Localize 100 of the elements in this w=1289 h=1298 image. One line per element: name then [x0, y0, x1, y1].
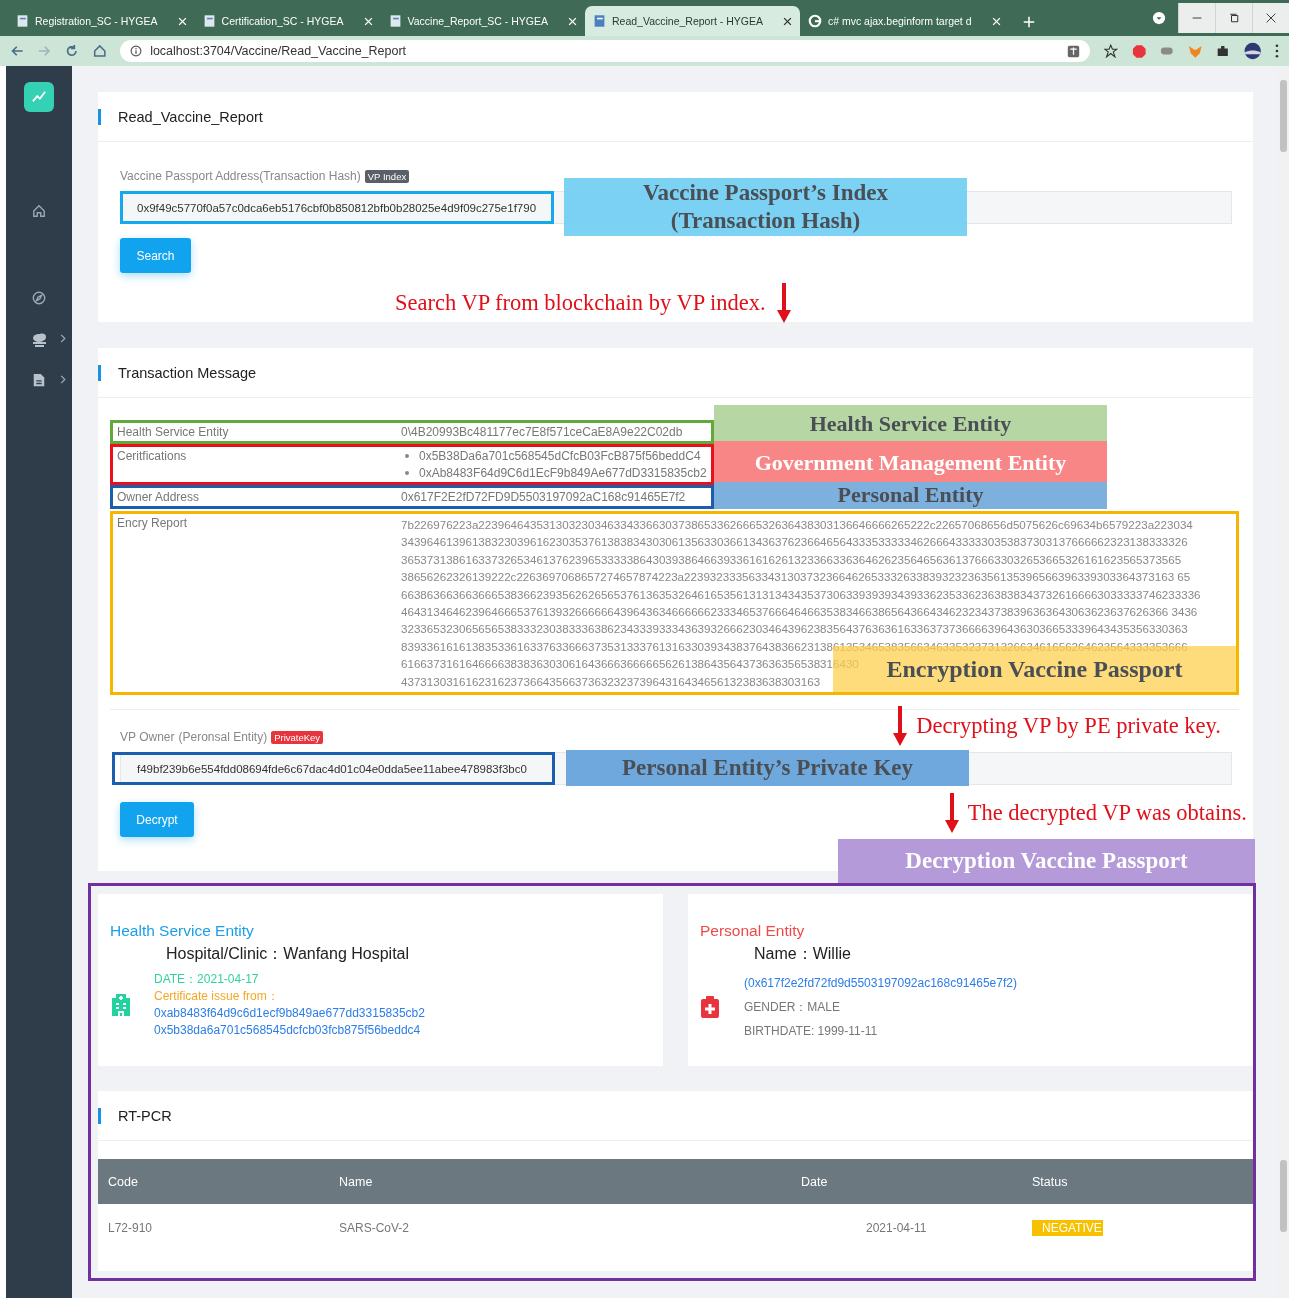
hex-line: 83933616161383533616337633666373531333761316330393438376438366231386135346538356634633532373132663461656264623564333353666	[401, 638, 1188, 655]
home-icon	[92, 44, 107, 58]
row-value: 0x617F2E2fD72FD9D5503197092aC168c91465E7f2	[401, 490, 686, 504]
close-icon	[991, 16, 1001, 26]
card-title: RT-PCR	[118, 1107, 172, 1124]
browser-tab[interactable]: c# mvc ajax.beginform target d	[799, 6, 1009, 36]
google-icon	[807, 14, 822, 28]
down-arrow-icon	[775, 283, 792, 323]
down-arrow-icon	[892, 706, 909, 747]
column-header: Name	[338, 1174, 374, 1189]
row-value: 0xAb8483F64d9C6d1EcF9b849Ae677dD3315835cb2	[419, 466, 707, 480]
annotation-label: Personal Entity’s Private Key	[566, 750, 969, 787]
home-icon	[32, 203, 46, 218]
menu-icon	[1275, 44, 1279, 58]
hex-line: 34396461396138323039616230353761383834303061356330366134363762366465643335333334626664333330353837303137666662323138333326	[401, 534, 1188, 551]
browser-tab[interactable]: Registration_SC - HYGEA	[8, 6, 195, 36]
issuer-address: 0x5b38da6a701c568545dcfcb03fcb875f56beddc4	[154, 1022, 422, 1039]
globe-icon	[1243, 42, 1262, 60]
bullet-icon	[405, 471, 409, 475]
hospital-name: Hospital/Clinic：Wanfang Hospital	[166, 944, 411, 964]
annotation-label: Health Service Entity	[714, 405, 1107, 444]
row-label: Ceritfications	[117, 449, 188, 465]
browser-tab[interactable]: Certification_SC - HYGEA	[194, 6, 381, 36]
hospital-icon	[110, 993, 132, 1017]
hex-line: 3653731386163373265346137623965333338643039386466393361616261323366336364626235646563613766633032653665326161623565373565	[401, 551, 1182, 568]
restore-icon	[1229, 13, 1239, 23]
table-cell-text: 2021-04-11	[865, 1220, 928, 1235]
forward-icon	[37, 44, 52, 58]
close-icon	[363, 16, 373, 26]
translate-icon	[1067, 44, 1081, 58]
person-name: Name：Willie	[754, 944, 852, 964]
maximize-button[interactable]	[1215, 3, 1252, 33]
annotation-note: The decrypted VP was obtains.	[967, 800, 1247, 827]
hex-line: 7b226976223a2239646435313032303463343366303738653362666532636438303136646666265222c22657068656d5075626c69634b6579223a223034	[401, 517, 1193, 533]
issuer-address: 0xab8483f64d9c6d1ecf9b849ae677dd3315835cb2	[154, 1005, 425, 1022]
back-icon	[10, 44, 24, 58]
row-value: 0\4B20993Bc481177ec7E8f571ceCaE8A9e22C02db	[401, 425, 683, 439]
annotation-label: Government Management Entity	[714, 441, 1107, 485]
close-icon	[1266, 13, 1276, 23]
birthdate-text: BIRTHDATE: 1999-11-11	[744, 1023, 879, 1040]
page-icon	[16, 14, 29, 28]
document-icon	[32, 371, 46, 388]
card-title: Transaction Message	[118, 364, 257, 381]
chevron-icon	[60, 375, 66, 384]
field-label: Vaccine Passport Address(Transaction Hash)	[120, 169, 361, 183]
tag: VP Index	[364, 169, 410, 183]
annotation-note: Decrypting VP by PE private key.	[916, 713, 1221, 740]
hex-line: 6638636636636665383662393562626565376136353264616535613131343435373063393939343933623533623638383437326166663033333746233336	[401, 586, 1201, 603]
gender-text: GENDER：MALE	[744, 999, 842, 1016]
bullet-icon	[405, 454, 409, 458]
compass-icon	[32, 290, 46, 305]
tag: PrivateKey	[271, 730, 324, 744]
table-cell-text: L72-910	[107, 1220, 154, 1235]
fox-icon	[1187, 43, 1203, 59]
field-label: VP Owner	[120, 730, 175, 745]
info-icon	[130, 45, 143, 57]
chevron-icon	[60, 334, 66, 343]
new-tab-icon	[1022, 16, 1035, 28]
page-icon	[202, 14, 216, 28]
row-value: 0x5B38Da6a701c568545dCfcB03FcB875f56beddC4	[419, 449, 701, 463]
puzzle-icon	[1216, 44, 1230, 58]
scrollbar[interactable]	[1278, 66, 1289, 1298]
row-label: Owner Address	[117, 490, 201, 504]
hex-line: 46431346462396466653761393266666643964363466666623334653766646466353834663865643664346232343738396363643063623637626366 3436	[401, 604, 1198, 621]
issue-date: DATE：2021-04-17	[154, 971, 260, 988]
down-arrow-icon	[943, 793, 960, 834]
url-field[interactable]: localhost:3704/Vaccine/Read_Vaccine_Report	[120, 40, 1091, 62]
card-heading: Health Service Entity	[110, 922, 255, 940]
close-icon	[177, 16, 187, 26]
card-title: Read_Vaccine_Report	[118, 108, 263, 125]
row-label: Health Service Entity	[117, 425, 230, 439]
field-hint: (Peronsal Entity)	[178, 730, 268, 745]
close-icon	[567, 16, 577, 26]
profile-dropdown-icon	[1152, 11, 1166, 25]
table-cell-text: SARS-CoV-2	[338, 1220, 411, 1235]
page-icon	[592, 14, 606, 28]
annotation-note: Search VP from blockchain by VP index.	[395, 290, 766, 316]
chart-line-icon	[30, 90, 48, 104]
medical-kit-icon	[700, 995, 720, 1019]
browser-tab[interactable]: Read_Vaccine_Report - HYGEA	[584, 6, 800, 36]
column-header: Date	[800, 1174, 829, 1189]
issuer-label: Certificate issue from：	[154, 988, 280, 1005]
card-heading: Personal Entity	[700, 922, 806, 940]
hex-line: 38656262326139222c2263697068657274657874223a2239323335633431303732366462653332633839323236356135396566396339303364373163 65	[401, 569, 1191, 586]
status-tag: NEGATIVE	[1032, 1219, 1103, 1236]
hex-line: 43731303161623162373664356637363232373964316434656132383638303163	[401, 673, 821, 690]
reload-icon	[65, 44, 79, 58]
page-icon	[388, 14, 402, 28]
column-header: Status	[1031, 1174, 1069, 1189]
stop-sign-icon	[1131, 43, 1147, 59]
close-icon	[782, 16, 792, 26]
row-label: Encry Report	[117, 516, 189, 532]
annotation-label: Personal Entity	[714, 482, 1107, 509]
annotation-label: Vaccine Passport’s Index (Transaction Hash)	[564, 178, 967, 236]
browser-tab[interactable]: Vaccine_Report_SC - HYGEA	[380, 6, 585, 36]
star-icon	[1104, 44, 1118, 58]
annotation-label: Decryption Vaccine Passport	[838, 839, 1255, 883]
hex-line: 32336532306565653833323038333638623433393334363932666230346439623835643763636163363737366663964363036653339643435356330363	[401, 621, 1188, 638]
column-header: Code	[107, 1174, 139, 1189]
owner-address: (0x617f2e2fd72fd9d5503197092ac168c91465e7f2)	[744, 975, 1017, 992]
